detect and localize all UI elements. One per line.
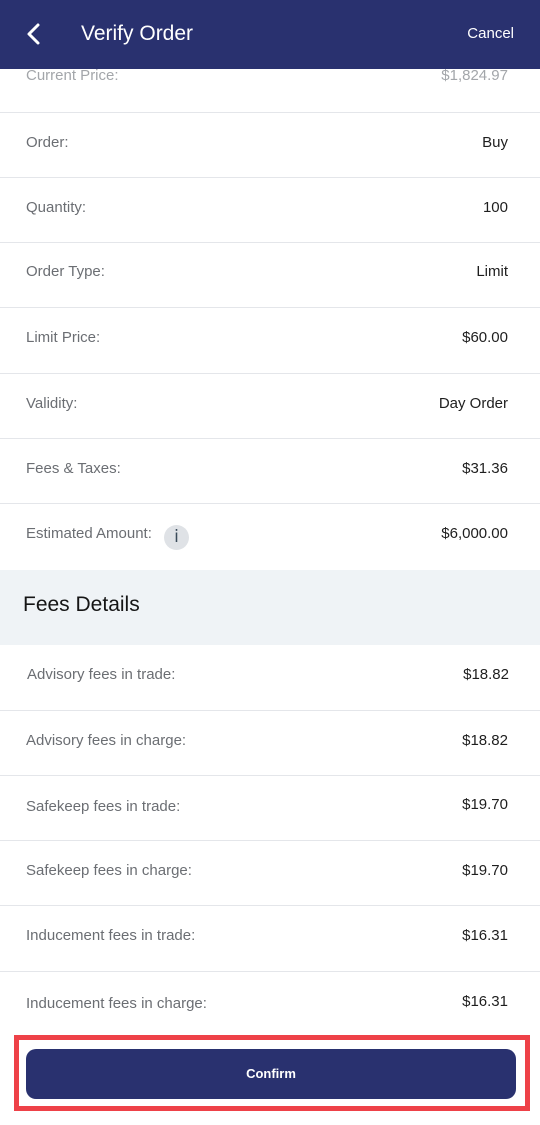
confirm-button[interactable]: Confirm <box>26 1049 516 1099</box>
detail-row-order: Order: Buy <box>0 113 540 178</box>
fee-value: $19.70 <box>462 862 508 879</box>
fee-label: Inducement fees in trade: <box>26 927 196 944</box>
detail-label: Current Price: <box>26 67 119 84</box>
fee-value: $16.31 <box>462 927 508 944</box>
detail-row-order-type: Order Type: Limit <box>0 243 540 308</box>
fee-value: $18.82 <box>462 732 508 749</box>
verify-order-content: Current Price: $1,824.97 Order: Buy Quan… <box>0 0 540 1125</box>
fee-row-advisory-charge: Advisory fees in charge: $18.82 <box>0 711 540 776</box>
fee-row-safekeep-trade: Safekeep fees in trade: $19.70 <box>0 776 540 841</box>
fee-label: Advisory fees in charge: <box>26 732 187 749</box>
fee-row-safekeep-charge: Safekeep fees in charge: $19.70 <box>0 841 540 906</box>
detail-value: $31.36 <box>462 460 508 477</box>
fees-details-header: Fees Details <box>0 570 540 645</box>
detail-label: Quantity: <box>26 199 87 216</box>
fee-label: Advisory fees in trade: <box>27 666 176 683</box>
detail-value: Day Order <box>438 395 508 412</box>
detail-label: Fees & Taxes: <box>26 460 121 477</box>
detail-label: Estimated Amount: <box>26 525 152 542</box>
fee-row-inducement-trade: Inducement fees in trade: $16.31 <box>0 906 540 972</box>
detail-value: Buy <box>482 134 508 151</box>
fee-label: Safekeep fees in charge: <box>26 862 192 879</box>
detail-value: Limit <box>476 263 508 280</box>
detail-value: 100 <box>482 199 508 216</box>
back-arrow-icon[interactable] <box>20 18 50 50</box>
detail-value: $60.00 <box>462 329 508 346</box>
page-title: Verify Order <box>81 22 194 45</box>
fee-row-advisory-trade: Advisory fees in trade: $18.82 <box>0 645 540 711</box>
section-title: Fees Details <box>23 593 140 616</box>
detail-label: Limit Price: <box>26 329 101 346</box>
confirm-button-highlight: Confirm <box>14 1035 530 1111</box>
detail-row-fees-taxes: Fees & Taxes: $31.36 <box>0 439 540 504</box>
detail-label: Order Type: <box>26 263 105 280</box>
fee-value: $18.82 <box>463 666 509 683</box>
detail-row-limit-price: Limit Price: $60.00 <box>0 308 540 374</box>
info-icon[interactable]: i <box>164 525 189 550</box>
cancel-button[interactable]: Cancel <box>467 24 514 44</box>
detail-row-estimated-amount: Estimated Amount: i $6,000.00 <box>0 504 540 570</box>
detail-row-quantity: Quantity: 100 <box>0 178 540 243</box>
fee-label: Safekeep fees in trade: <box>26 798 181 815</box>
fee-value: $19.70 <box>462 796 508 813</box>
detail-row-validity: Validity: Day Order <box>0 374 540 439</box>
fee-row-inducement-charge: Inducement fees in charge: $16.31 <box>0 972 540 1032</box>
fee-value: $16.31 <box>462 993 508 1010</box>
detail-value: $6,000.00 <box>441 525 508 542</box>
detail-label: Validity: <box>26 395 78 412</box>
app-header: Verify Order Cancel <box>0 0 540 69</box>
fee-label: Inducement fees in charge: <box>26 995 207 1012</box>
detail-label: Order: <box>26 134 69 151</box>
detail-value: $1,824.97 <box>441 67 508 84</box>
